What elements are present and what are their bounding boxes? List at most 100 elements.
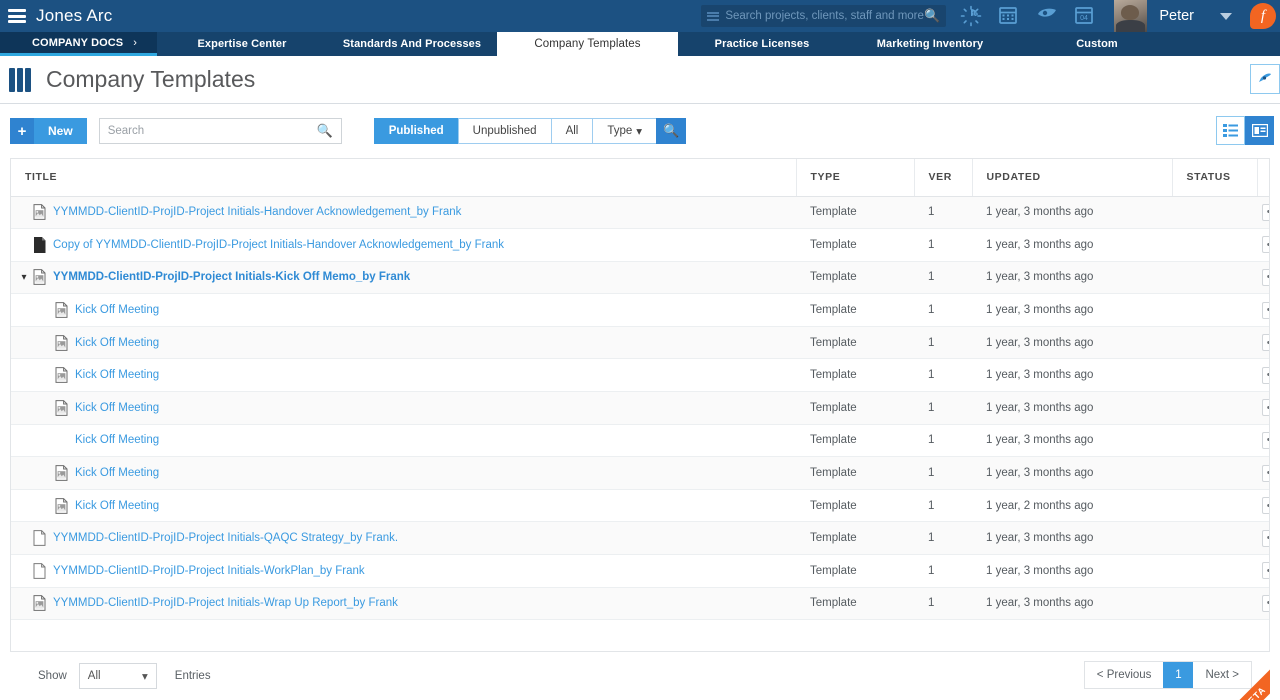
tab-practice-licenses[interactable]: Practice Licenses	[678, 32, 846, 56]
row-actions-button[interactable]: •••	[1261, 464, 1269, 482]
column-header-type[interactable]: TYPE	[796, 159, 915, 197]
entries-label: Entries	[174, 670, 211, 682]
row-title-link[interactable]: Kick Off Meeting	[75, 304, 159, 316]
cell-version: 1	[914, 521, 972, 556]
detail-view-button[interactable]	[1245, 116, 1274, 145]
table-row[interactable]: Kick Off Meeting Template 1 1 year, 3 month…	[11, 293, 1269, 327]
beta-ribbon-container: BETA	[1214, 654, 1270, 700]
chat-bubble-icon[interactable]: f	[1250, 3, 1276, 29]
cell-title: YYMMDD-ClientID-ProjID-Project Initials-…	[11, 521, 796, 556]
table-row[interactable]: Kick Off Meeting Template 1 1 year, 3 month…	[11, 326, 1269, 360]
nav-section-company-docs[interactable]: COMPANY DOCS ›	[0, 32, 157, 56]
tab-standards-and-processes[interactable]: Standards And Processes	[327, 32, 497, 56]
timer-icon[interactable]: 10	[960, 5, 982, 27]
cell-title: Copy of YYMMDD-ClientID-ProjID-Project I…	[11, 228, 796, 262]
hamburger-icon[interactable]	[8, 9, 26, 23]
global-search-input[interactable]	[725, 10, 925, 22]
table-body: YYMMDD-ClientID-ProjID-Project Initials-…	[11, 196, 1269, 621]
chevron-down-icon[interactable]	[1220, 12, 1232, 20]
table-row[interactable]: Copy of YYMMDD-ClientID-ProjID-Project I…	[11, 228, 1269, 262]
column-header-status[interactable]: STATUS	[1172, 159, 1258, 197]
filter-type-dropdown[interactable]: Type ▾	[592, 118, 657, 144]
table-row[interactable]: YYMMDD-ClientID-ProjID-Project Initials-…	[11, 521, 1269, 556]
calendar-icon[interactable]	[998, 5, 1020, 27]
row-title-link[interactable]: Kick Off Meeting	[75, 500, 159, 512]
filter-all[interactable]: All	[550, 118, 593, 144]
previous-page-button[interactable]: < Previous	[1085, 662, 1164, 688]
top-bar-right: 🔍 10	[701, 0, 1280, 32]
table-row[interactable]: YYMMDD-ClientID-ProjID-Project Initials-…	[11, 587, 1269, 621]
doc-solid-icon	[33, 236, 47, 253]
cell-status	[1172, 521, 1257, 556]
column-header-title[interactable]: TITLE	[11, 159, 797, 197]
cell-updated: 1 year, 3 months ago	[972, 196, 1172, 230]
page-1-button[interactable]: 1	[1163, 662, 1194, 688]
tab-custom[interactable]: Custom	[1014, 32, 1180, 56]
table-row[interactable]: Kick Off Meeting Template 1 1 year, 3 month…	[11, 358, 1269, 393]
row-title-link[interactable]: YYMMDD-ClientID-ProjID-Project Initials-…	[53, 271, 410, 283]
filter-unpublished[interactable]: Unpublished	[457, 118, 551, 144]
row-actions-button[interactable]: •••	[1261, 594, 1269, 612]
table-row[interactable]: Kick Off Meeting Template 1 1 year, 2 month…	[11, 489, 1269, 523]
row-title-link[interactable]: YYMMDD-ClientID-ProjID-Project Initials-…	[53, 597, 398, 609]
new-button[interactable]: + New	[10, 118, 87, 144]
search-icon[interactable]: 🔍	[924, 8, 940, 24]
leaf-icon[interactable]	[1036, 5, 1058, 27]
search-input[interactable]	[107, 125, 317, 137]
cell-updated: 1 year, 3 months ago	[972, 587, 1172, 621]
cell-status	[1172, 554, 1257, 588]
row-title-link[interactable]: Copy of YYMMDD-ClientID-ProjID-Project I…	[53, 239, 504, 251]
row-actions-button[interactable]: •••	[1261, 497, 1269, 515]
cell-status	[1172, 456, 1257, 490]
row-title-link[interactable]: Kick Off Meeting	[75, 467, 159, 479]
table-row[interactable]: Kick Off Meeting Template 1 1 year, 3 month…	[11, 456, 1269, 490]
table-row[interactable]: YYMMDD-ClientID-ProjID-Project Initials-…	[11, 554, 1269, 588]
tab-company-templates[interactable]: Company Templates	[497, 32, 678, 56]
cell-type: Template	[796, 521, 914, 556]
row-title-link[interactable]: Kick Off Meeting	[75, 337, 159, 349]
beta-ribbon: BETA	[1215, 658, 1270, 700]
row-actions-button[interactable]: •••	[1261, 399, 1269, 417]
row-actions-button[interactable]: •••	[1261, 268, 1269, 286]
row-actions-button[interactable]: •••	[1261, 562, 1269, 580]
calendar-day-icon[interactable]: 04	[1074, 5, 1096, 27]
row-actions-button[interactable]: •••	[1261, 529, 1269, 547]
edit-page-button[interactable]	[1250, 64, 1280, 94]
chevron-down-icon: ▾	[636, 126, 643, 138]
row-actions-button[interactable]: •••	[1261, 334, 1269, 352]
row-title-link[interactable]: Kick Off Meeting	[75, 402, 159, 414]
row-title-link[interactable]: Kick Off Meeting	[75, 434, 159, 446]
row-actions-button[interactable]: •••	[1261, 366, 1269, 384]
filter-published[interactable]: Published	[373, 118, 458, 144]
row-actions-button[interactable]: •••	[1261, 431, 1269, 449]
table-row[interactable]: YYMMDD-ClientID-ProjID-Project Initials-…	[11, 196, 1269, 230]
global-search[interactable]: 🔍	[701, 5, 947, 27]
search-submit-button[interactable]: 🔍	[656, 118, 687, 144]
row-actions-button[interactable]: •••	[1261, 236, 1269, 254]
list-view-button[interactable]	[1216, 116, 1245, 145]
cell-updated: 1 year, 3 months ago	[972, 293, 1172, 327]
row-title-link[interactable]: YYMMDD-ClientID-ProjID-Project Initials-…	[53, 565, 365, 577]
avatar[interactable]	[1114, 0, 1148, 32]
cell-title: YYMMDD-ClientID-ProjID-Project Initials-…	[11, 554, 796, 588]
table-row[interactable]: ▾ YYMMDD-ClientID-ProjID-Project Initials…	[11, 261, 1269, 295]
column-header-ver[interactable]: VER	[914, 159, 973, 197]
search-field[interactable]: 🔍	[98, 118, 342, 144]
table-row[interactable]: Kick Off Meeting Template 1 1 year, 3 month…	[11, 391, 1269, 425]
tab-expertise-center[interactable]: Expertise Center	[157, 32, 327, 56]
row-actions-button[interactable]: •••	[1261, 203, 1269, 221]
tab-marketing-inventory[interactable]: Marketing Inventory	[846, 32, 1014, 56]
chevron-down-icon: ▾	[142, 671, 148, 683]
search-menu-icon[interactable]	[707, 11, 720, 21]
row-title-link[interactable]: YYMMDD-ClientID-ProjID-Project Initials-…	[53, 206, 461, 218]
doc-image-icon	[33, 269, 47, 286]
row-expander-icon[interactable]: ▾	[17, 272, 31, 283]
row-title-link[interactable]: Kick Off Meeting	[75, 369, 159, 381]
column-header-updated[interactable]: UPDATED	[972, 159, 1173, 197]
entries-per-page-select[interactable]: All ▾	[78, 663, 157, 689]
row-actions-button[interactable]: •••	[1261, 301, 1269, 319]
row-title-link[interactable]: YYMMDD-ClientID-ProjID-Project Initials-…	[53, 532, 398, 544]
edit-pencil-icon	[1259, 73, 1271, 82]
table-row[interactable]: Kick Off Meeting Template 1 1 year, 3 month…	[11, 424, 1269, 458]
search-icon[interactable]: 🔍	[317, 123, 333, 139]
